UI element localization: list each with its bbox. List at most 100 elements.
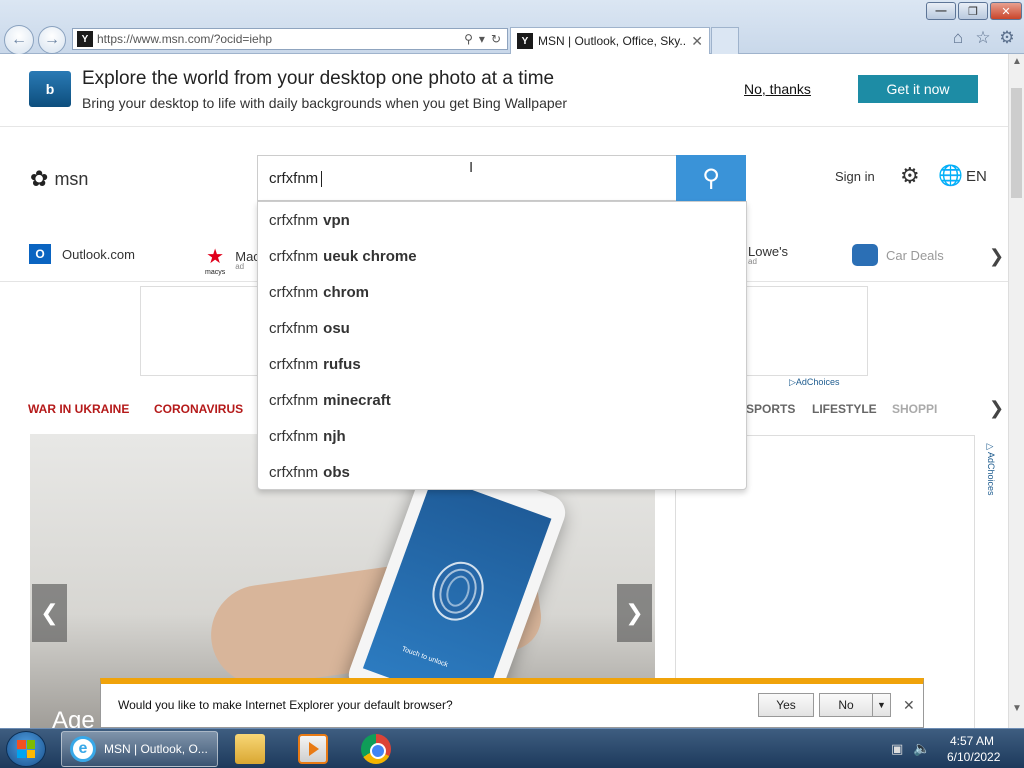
quick-link-car-deals[interactable]: Car Deals [852,244,944,266]
search-input-value: crfxfnm [269,170,319,187]
adchoices-label: AdChoices [795,377,840,387]
no-thanks-link[interactable]: No, thanks [744,81,811,97]
suggestion-completion: obs [323,463,350,481]
get-it-now-button[interactable]: Get it now [858,75,978,103]
refresh-icon[interactable]: ↻ [491,32,501,46]
fingerprint-icon [424,554,492,628]
search-icon[interactable]: ⚲ [464,32,473,46]
scroll-up-icon[interactable]: ▲ [1012,56,1022,67]
browser-chrome: ← → Y https://www.msn.com/?ocid=iehp ⚲ ▾… [0,0,1024,55]
no-button[interactable]: No [819,693,873,717]
scroll-down-icon[interactable]: ▼ [1012,703,1022,714]
search-icon: ⚲ [702,164,720,192]
browser-tab[interactable]: Y MSN | Outlook, Office, Sky... ✕ [510,27,710,54]
media-player-icon[interactable] [298,734,328,764]
notification-text: Would you like to make Internet Explorer… [118,698,453,712]
tab-close-icon[interactable]: ✕ [691,33,703,50]
suggestion-completion: osu [323,319,350,337]
msn-logo[interactable]: ✿ msn [30,166,88,192]
restore-button[interactable]: ❐ [958,2,988,20]
yes-button[interactable]: Yes [758,693,814,717]
quick-link-macys[interactable]: ★ macys Mac ad [205,244,260,276]
suggestion-item[interactable]: crfxfnm ueuk chrome [258,238,746,274]
taskbar-internet-explorer[interactable]: e MSN | Outlook, O... [61,731,218,767]
category-war-in-ukraine[interactable]: WAR IN UKRAINE [28,402,129,416]
msn-favicon-icon: Y [517,33,533,49]
clock-time[interactable]: 4:57 AM [950,734,994,748]
internet-explorer-icon: e [70,736,96,762]
suggestion-completion: ueuk chrome [323,247,417,265]
sign-in-link[interactable]: Sign in [835,169,875,184]
chevron-right-icon: ❯ [625,600,644,625]
category-coronavirus[interactable]: CORONAVIRUS [154,402,243,416]
suggestion-completion: rufus [323,355,361,373]
macys-star-icon: ★ [206,246,225,268]
start-button[interactable] [6,731,46,767]
globe-icon[interactable]: 🌐 [938,163,963,188]
category-lifestyle[interactable]: LIFESTYLE [812,402,877,416]
suggestion-item[interactable]: crfxfnm osu [258,310,746,346]
close-window-button[interactable]: ✕ [990,2,1022,20]
carousel-prev-button[interactable]: ❮ [32,584,67,642]
suggestion-item[interactable]: crfxfnm rufus [258,346,746,382]
suggestion-item[interactable]: crfxfnm obs [258,454,746,490]
search-input[interactable]: crfxfnm [257,155,677,201]
minimize-button[interactable]: — [926,2,956,20]
quick-link-lowes[interactable]: Lowe's ad [748,244,788,266]
no-dropdown-arrow-icon[interactable]: ▼ [873,693,891,717]
volume-icon[interactable]: 🔈 [913,740,930,757]
network-icon[interactable]: ▣ [891,741,903,757]
favorites-star-icon[interactable]: ☆ [973,28,993,48]
address-url[interactable]: https://www.msn.com/?ocid=iehp [97,32,464,46]
file-explorer-icon[interactable] [235,734,265,764]
suggestion-prefix: crfxfnm [269,211,319,229]
carousel-next-button[interactable]: ❯ [617,584,652,642]
category-shopping[interactable]: SHOPPI [892,402,937,416]
suggestion-prefix: crfxfnm [269,463,319,481]
quick-links-next-icon[interactable]: ❯ [989,246,1004,267]
suggestion-item[interactable]: crfxfnm vpn [258,202,746,238]
macys-icon-text: macys [205,269,226,276]
suggestion-item[interactable]: crfxfnm chrom [258,274,746,310]
language-label[interactable]: EN [966,168,987,185]
scroll-thumb[interactable] [1011,88,1022,198]
clock-date[interactable]: 6/10/2022 [947,750,1000,764]
suggestion-prefix: crfxfnm [269,391,319,409]
car-icon [852,244,878,266]
banner-subtitle: Bring your desktop to life with daily ba… [82,95,568,111]
adchoices-link[interactable]: ▷AdChoices [789,377,839,388]
settings-gear-icon[interactable]: ⚙ [900,163,920,189]
category-next-icon[interactable]: ❯ [989,398,1004,419]
forward-button[interactable]: → [38,26,66,54]
suggestion-prefix: crfxfnm [269,355,319,373]
suggestion-prefix: crfxfnm [269,247,319,265]
tools-gear-icon[interactable]: ⚙ [997,28,1017,48]
adchoices-link[interactable]: ▷AdChoices [986,442,996,496]
search-button[interactable]: ⚲ [676,155,746,201]
new-tab-button[interactable] [711,27,739,54]
text-caret [321,171,323,188]
home-icon[interactable]: ⌂ [948,28,968,48]
category-sports[interactable]: SPORTS [746,402,795,416]
chrome-icon[interactable] [361,734,391,764]
vertical-scrollbar[interactable]: ▲ ▼ [1008,54,1024,728]
hero-headline[interactable]: Age [52,707,95,728]
bing-logo-icon: b [29,71,71,107]
suggestion-item[interactable]: crfxfnm njh [258,418,746,454]
quick-link-label: Outlook.com [62,246,135,262]
taskbar: e MSN | Outlook, O... ▣ 🔈 4:57 AM 6/10/2… [0,728,1024,768]
mouse-text-cursor-icon: I [469,159,474,176]
back-button[interactable]: ← [4,25,34,55]
forward-arrow-icon: → [44,31,60,48]
quick-link-outlook[interactable]: O Outlook.com [29,244,135,264]
dropdown-arrow-icon[interactable]: ▾ [479,32,485,46]
address-bar[interactable]: Y https://www.msn.com/?ocid=iehp ⚲ ▾ ↻ [72,28,508,50]
notification-close-icon[interactable]: ✕ [903,697,915,714]
bing-wallpaper-banner: b Explore the world from your desktop on… [0,54,1008,127]
suggestion-prefix: crfxfnm [269,283,319,301]
suggestion-completion: minecraft [323,391,391,409]
phone-screen-text: Touch to unlock [400,645,449,669]
search-suggestions-dropdown: crfxfnm vpn crfxfnm ueuk chrome crfxfnm chrom… [257,201,747,490]
suggestion-item[interactable]: crfxfnm minecraft [258,382,746,418]
banner-title: Explore the world from your desktop one … [82,68,555,89]
